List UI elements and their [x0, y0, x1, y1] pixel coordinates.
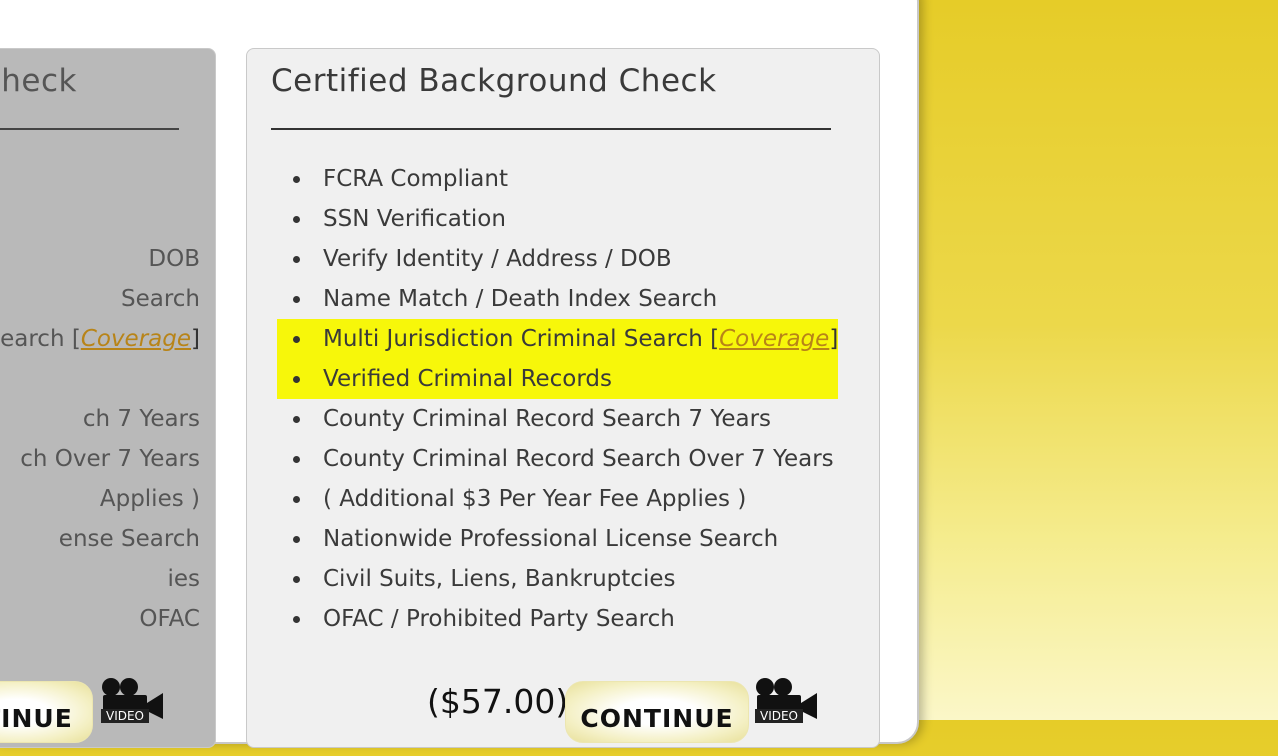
- price-label: ($57.00): [427, 682, 569, 721]
- left-panel-divider: [0, 128, 179, 130]
- left-panel-title: Check: [0, 63, 77, 99]
- panel-title-divider: [271, 128, 831, 130]
- left-video-button[interactable]: VIDEO: [101, 675, 173, 723]
- feature-item: SSN Verification: [277, 199, 838, 239]
- feature-item: FCRA Compliant: [277, 159, 838, 199]
- left-feature-item: [0, 199, 200, 239]
- left-video-label: VIDEO: [101, 709, 149, 723]
- continue-button[interactable]: CONTINUE: [565, 681, 749, 743]
- basic-background-check-panel: Check DOB Search Search [Coverage] ch 7 …: [0, 48, 216, 748]
- left-feature-text: Search [: [0, 326, 81, 352]
- feature-item: Civil Suits, Liens, Bankruptcies: [277, 559, 838, 599]
- left-coverage-link[interactable]: Coverage: [81, 326, 191, 352]
- feature-item-highlighted: Verified Criminal Records: [277, 359, 839, 399]
- left-feature-item: ch Over 7 Years: [20, 446, 200, 472]
- feature-item: County Criminal Record Search Over 7 Yea…: [277, 439, 838, 479]
- left-feature-item: OFAC: [139, 606, 200, 632]
- left-feature-item: Search: [120, 286, 200, 312]
- coverage-bracket: ]: [829, 326, 839, 352]
- feature-item: OFAC / Prohibited Party Search: [277, 599, 838, 639]
- feature-item: ( Additional $3 Per Year Fee Applies ): [277, 479, 838, 519]
- feature-text: Multi Jurisdiction Criminal Search [: [323, 326, 720, 352]
- left-continue-button[interactable]: NTINUE: [0, 681, 93, 743]
- feature-item: Verify Identity / Address / DOB: [277, 239, 838, 279]
- left-feature-item: ch 7 Years: [82, 406, 200, 432]
- feature-item: Name Match / Death Index Search: [277, 279, 838, 319]
- left-feature-item: Applies ): [99, 486, 200, 512]
- panel-title: Certified Background Check: [271, 63, 717, 99]
- left-feature-item: [0, 359, 200, 399]
- left-feature-item: ies: [167, 566, 200, 592]
- left-feature-item: [0, 159, 200, 199]
- feature-item: County Criminal Record Search 7 Years: [277, 399, 838, 439]
- left-feature-list: DOB Search Search [Coverage] ch 7 Years …: [0, 159, 200, 639]
- left-feature-item-coverage: Search [Coverage]: [0, 319, 200, 359]
- feature-item-highlighted: Multi Jurisdiction Criminal Search [Cove…: [277, 319, 839, 359]
- video-button[interactable]: VIDEO: [755, 675, 827, 723]
- left-coverage-bracket: ]: [191, 326, 200, 352]
- left-feature-item: ense Search: [58, 526, 200, 552]
- feature-item: Nationwide Professional License Search: [277, 519, 838, 559]
- video-label: VIDEO: [755, 709, 803, 723]
- coverage-link[interactable]: Coverage: [719, 326, 829, 352]
- left-feature-item: DOB: [148, 246, 200, 272]
- feature-list: FCRA Compliant SSN Verification Verify I…: [277, 159, 839, 639]
- certified-background-check-panel: Certified Background Check FCRA Complian…: [246, 48, 880, 748]
